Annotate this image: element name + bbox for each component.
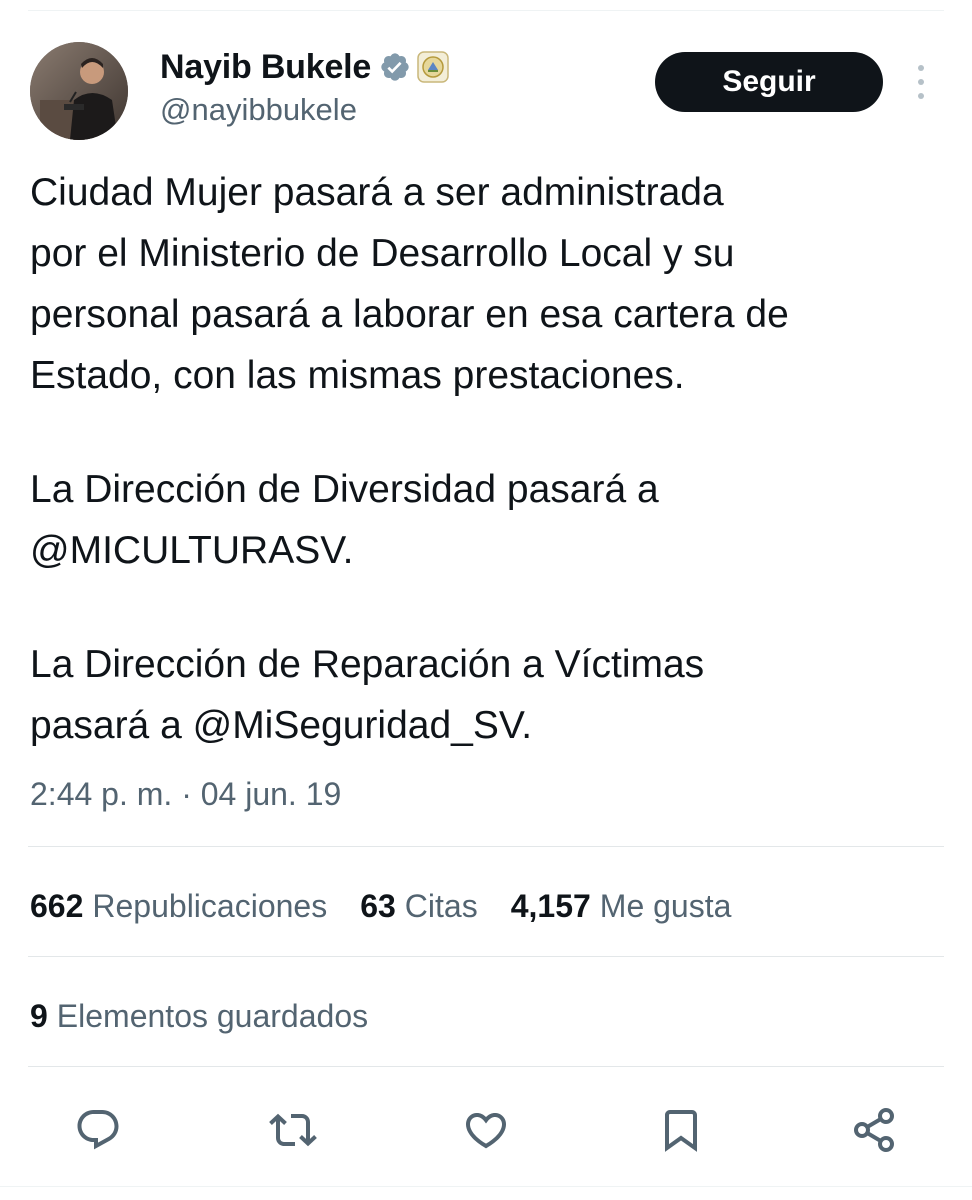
tweet-line: La Dirección de Reparación a Víctimas bbox=[30, 643, 705, 686]
bookmarks-stat[interactable]: 9 Elementos guardados bbox=[30, 994, 368, 1038]
tweet-action-bar bbox=[0, 1100, 972, 1160]
author-name-row[interactable]: Nayib Bukele bbox=[160, 46, 449, 88]
avatar[interactable] bbox=[30, 42, 128, 140]
likes-count: 4,157 bbox=[510, 887, 591, 924]
tweet-text: Ciudad Mujer pasará a ser administrada p… bbox=[30, 162, 942, 756]
likes-stat[interactable]: 4,157 Me gusta bbox=[511, 888, 732, 925]
repost-button[interactable] bbox=[267, 1104, 319, 1156]
like-icon bbox=[465, 1113, 507, 1149]
tweet-line: La Dirección de Diversidad pasará a bbox=[30, 468, 659, 511]
bookmark-icon bbox=[665, 1110, 697, 1152]
reposts-label: Republicaciones bbox=[92, 887, 328, 924]
government-seal-icon[interactable] bbox=[417, 51, 449, 83]
quotes-count: 63 bbox=[360, 887, 396, 924]
more-vertical-icon[interactable] bbox=[909, 60, 933, 104]
verified-badge-icon[interactable] bbox=[379, 51, 411, 83]
tweet-line: Estado, con las mismas prestaciones. bbox=[30, 354, 685, 397]
tweet-paragraph: La Dirección de Diversidad pasará a @MIC… bbox=[30, 459, 942, 581]
reply-button[interactable] bbox=[72, 1104, 124, 1156]
tweet-paragraph: La Dirección de Reparación a Víctimas pa… bbox=[30, 634, 942, 756]
author-handle[interactable]: @nayibbukele bbox=[160, 92, 357, 128]
repost-icon bbox=[269, 1113, 317, 1147]
author-display-name[interactable]: Nayib Bukele bbox=[160, 48, 371, 87]
tweet-line: personal pasará a laborar en esa cartera… bbox=[30, 293, 789, 336]
tweet-line: @MICULTURASV. bbox=[30, 529, 354, 572]
avatar-image bbox=[30, 42, 128, 140]
bookmarks-count: 9 bbox=[30, 997, 48, 1034]
divider bbox=[28, 846, 944, 847]
tweet-timestamp[interactable]: 2:44 p. m. · 04 jun. 19 bbox=[30, 776, 341, 813]
bookmark-button[interactable] bbox=[655, 1104, 707, 1156]
quotes-label: Citas bbox=[404, 887, 478, 924]
tweet-paragraph: Ciudad Mujer pasará a ser administrada p… bbox=[30, 162, 942, 406]
share-button[interactable] bbox=[848, 1104, 900, 1156]
engagement-stats: 662 Republicaciones 63 Citas 4,157 Me gu… bbox=[30, 884, 731, 928]
quotes-stat[interactable]: 63 Citas bbox=[360, 888, 478, 925]
tweet-line: Ciudad Mujer pasará a ser administrada bbox=[30, 171, 724, 214]
reply-icon bbox=[77, 1110, 119, 1150]
share-icon bbox=[854, 1108, 894, 1152]
reposts-count: 662 bbox=[30, 887, 84, 924]
divider bbox=[28, 956, 944, 957]
bottom-divider bbox=[0, 1186, 972, 1187]
likes-label: Me gusta bbox=[599, 887, 732, 924]
like-button[interactable] bbox=[460, 1104, 512, 1156]
top-divider bbox=[28, 10, 944, 11]
divider bbox=[28, 1066, 944, 1067]
follow-button[interactable]: Seguir bbox=[655, 52, 883, 112]
tweet-line: por el Ministerio de Desarrollo Local y … bbox=[30, 232, 735, 275]
tweet-line: pasará a @MiSeguridad_SV. bbox=[30, 704, 533, 747]
reposts-stat[interactable]: 662 Republicaciones bbox=[30, 888, 327, 925]
bookmarks-label: Elementos guardados bbox=[56, 997, 369, 1034]
